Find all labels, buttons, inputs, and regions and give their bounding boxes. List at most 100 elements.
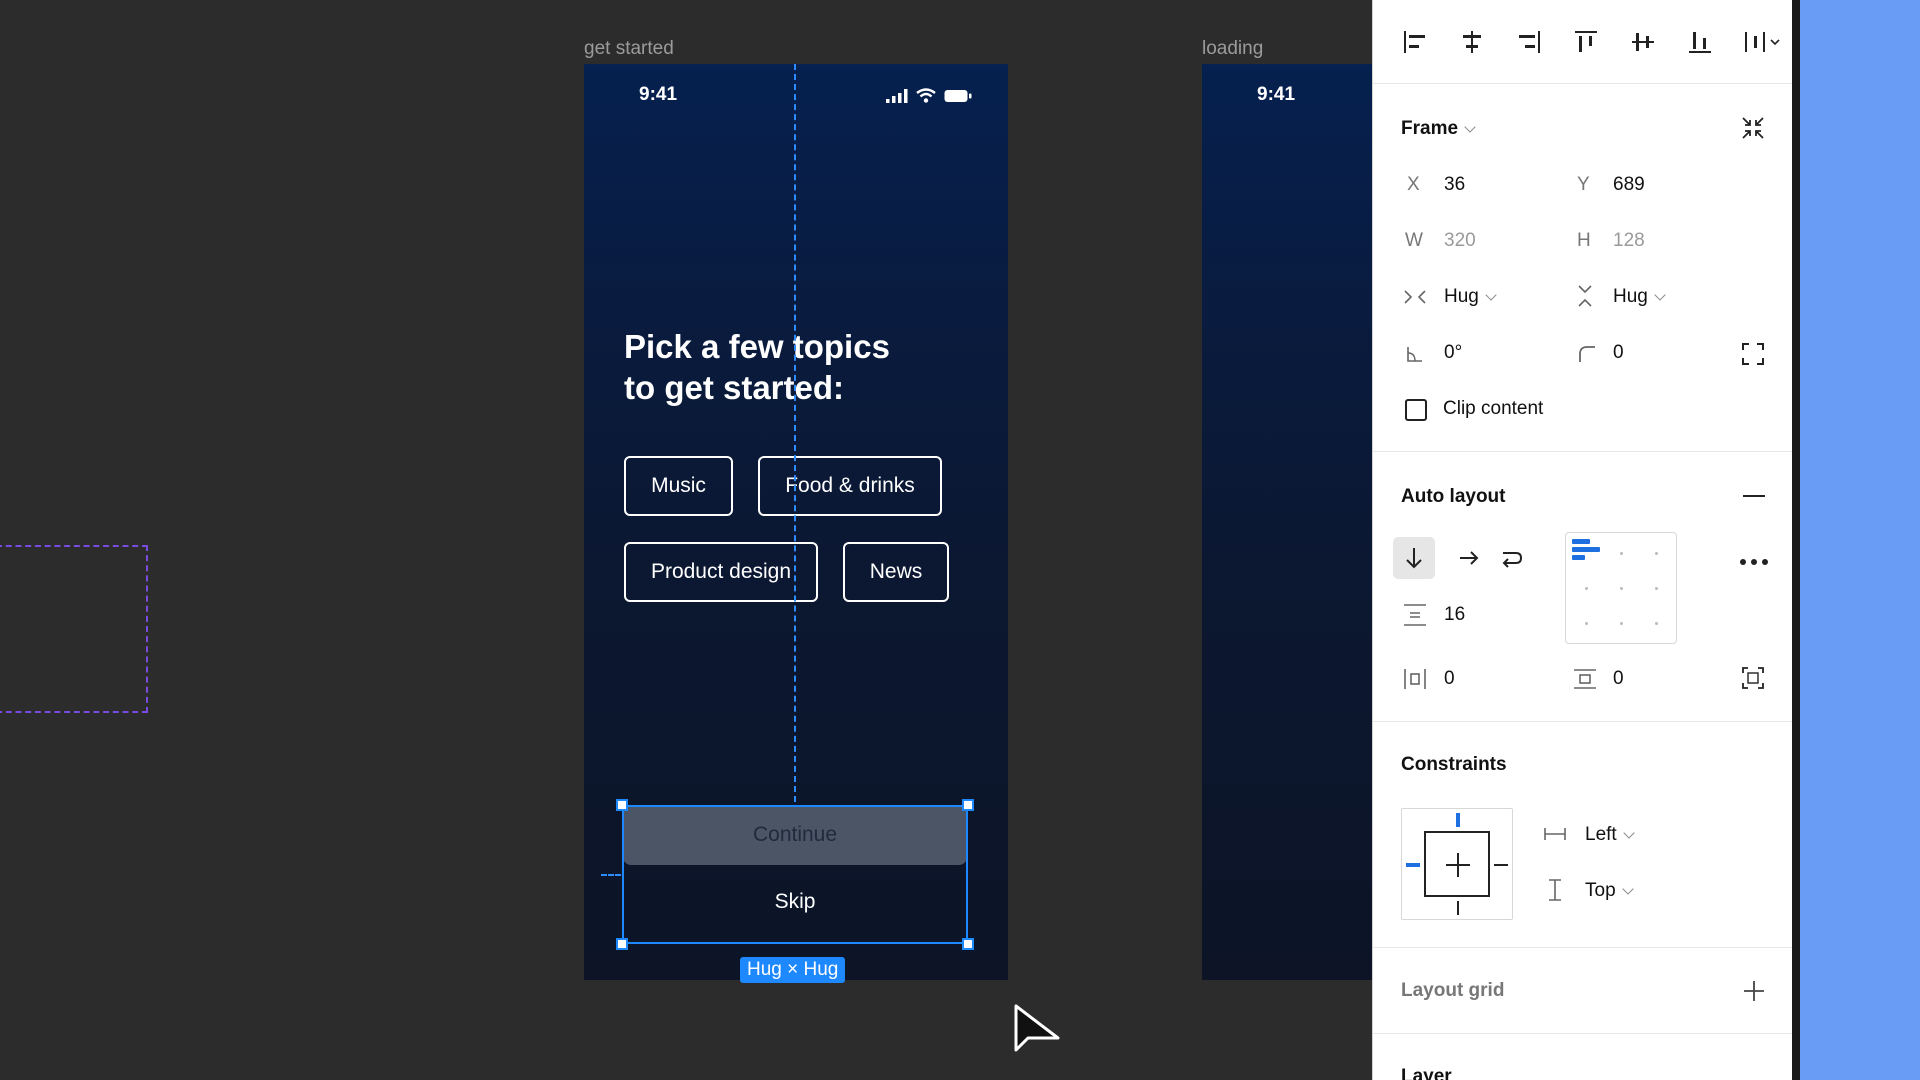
y-input[interactable]: 689 <box>1613 174 1645 196</box>
x-input[interactable]: 36 <box>1444 174 1465 196</box>
vertical-padding-input[interactable]: 0 <box>1613 668 1624 690</box>
constraints-title: Constraints <box>1401 754 1507 775</box>
clip-content-checkbox[interactable] <box>1405 399 1427 421</box>
arrow-right-icon[interactable] <box>1455 544 1483 572</box>
chevron-down-icon <box>1621 883 1634 895</box>
alignment-dot <box>1620 587 1623 590</box>
alignment-dot <box>1655 552 1658 555</box>
alignment-top-left-indicator <box>1572 539 1600 560</box>
align-right-icon[interactable] <box>1515 28 1543 56</box>
horizontal-padding-icon <box>1404 669 1426 689</box>
align-vertical-center-icon[interactable] <box>1629 28 1657 56</box>
align-top-icon[interactable] <box>1572 28 1600 56</box>
frame-label-get-started[interactable]: get started <box>584 38 674 60</box>
chevron-down-icon <box>1623 827 1635 839</box>
signal-icon <box>886 88 908 103</box>
alignment-dot <box>1585 587 1588 590</box>
arrow-down-icon <box>1406 548 1422 569</box>
resize-handle-top-right[interactable] <box>962 799 974 811</box>
horizontal-constraint-dropdown[interactable]: Left <box>1585 824 1635 846</box>
constraints-widget[interactable] <box>1401 808 1513 920</box>
distribute-icon[interactable] <box>1743 28 1783 56</box>
status-time: 9:41 <box>639 84 678 105</box>
chevron-down-icon <box>1485 289 1497 301</box>
chip-food-drinks[interactable]: Food & drinks <box>758 456 942 516</box>
ghost-frame-outline[interactable] <box>0 545 148 713</box>
chip-product-design[interactable]: Product design <box>624 542 818 602</box>
background-side-area <box>1792 0 1920 1080</box>
cursor-icon <box>1014 1004 1060 1052</box>
auto-layout-section: Auto layout 16 0 0 <box>1373 452 1792 722</box>
alignment-dot <box>1620 552 1623 555</box>
resize-handle-bottom-right[interactable] <box>962 938 974 950</box>
resize-handle-bottom-left[interactable] <box>616 938 628 950</box>
headline-line-2: to get started: <box>624 369 845 406</box>
align-bottom-icon[interactable] <box>1686 28 1714 56</box>
remove-auto-layout-icon[interactable] <box>1743 494 1765 498</box>
chevron-down-icon <box>1464 121 1476 133</box>
chip-music[interactable]: Music <box>624 456 733 516</box>
y-label: Y <box>1577 174 1590 195</box>
frame-section-title[interactable]: Frame <box>1401 118 1476 140</box>
layer-section: Layer <box>1373 1034 1792 1080</box>
individual-padding-icon[interactable] <box>1741 666 1765 690</box>
layer-title: Layer <box>1401 1066 1452 1080</box>
corner-radius-icon <box>1579 346 1595 362</box>
spacing-icon <box>1404 604 1426 626</box>
status-icons <box>886 88 972 103</box>
more-options-icon[interactable] <box>1739 558 1769 566</box>
rotation-icon <box>1407 347 1422 362</box>
frame-label-loading[interactable]: loading <box>1202 38 1263 60</box>
w-input[interactable]: 320 <box>1444 230 1476 252</box>
horizontal-constraint-icon <box>1544 828 1566 840</box>
design-canvas[interactable]: get started 9:41 Pick a few topics to ge… <box>0 0 1372 1080</box>
collapse-icon[interactable] <box>1741 116 1765 140</box>
vertical-padding-icon <box>1574 669 1596 689</box>
vertical-constraint-dropdown[interactable]: Top <box>1585 880 1634 902</box>
headline-line-1: Pick a few topics <box>624 328 890 365</box>
constraint-top-active[interactable] <box>1456 813 1460 827</box>
independent-corners-icon[interactable] <box>1741 342 1765 366</box>
wrap-icon[interactable] <box>1497 544 1525 572</box>
alignment-dot <box>1585 622 1588 625</box>
frame-section: Frame X 36 Y 689 W 320 H 128 Hug Hug 0° … <box>1373 84 1792 452</box>
corner-radius-input[interactable]: 0 <box>1613 342 1624 364</box>
frame-loading[interactable]: 9:41 <box>1202 64 1372 980</box>
w-label: W <box>1405 230 1423 251</box>
center-guide-line <box>794 64 796 802</box>
alignment-toolbar <box>1373 0 1792 84</box>
horizontal-resize-icon <box>1404 290 1426 304</box>
spacing-input[interactable]: 16 <box>1444 604 1465 626</box>
selection-box[interactable] <box>622 805 968 944</box>
constraint-left-active[interactable] <box>1406 863 1420 867</box>
vertical-resizing-dropdown[interactable]: Hug <box>1613 286 1666 308</box>
properties-panel: Frame X 36 Y 689 W 320 H 128 Hug Hug 0° … <box>1372 0 1792 1080</box>
battery-icon <box>944 89 972 102</box>
alignment-dot <box>1655 587 1658 590</box>
auto-layout-title: Auto layout <box>1401 486 1506 507</box>
h-label: H <box>1577 230 1591 251</box>
resize-handle-top-left[interactable] <box>616 799 628 811</box>
align-left-icon[interactable] <box>1401 28 1429 56</box>
horizontal-padding-input[interactable]: 0 <box>1444 668 1455 690</box>
constraint-right[interactable] <box>1494 864 1508 866</box>
padding-guide-line <box>601 874 621 876</box>
constraint-bottom[interactable] <box>1457 901 1459 915</box>
h-input[interactable]: 128 <box>1613 230 1645 252</box>
vertical-constraint-icon <box>1549 879 1561 901</box>
headline: Pick a few topics to get started: <box>624 326 890 408</box>
horizontal-resizing-dropdown[interactable]: Hug <box>1444 286 1497 308</box>
constraint-center-v[interactable] <box>1457 853 1459 877</box>
x-label: X <box>1407 174 1420 195</box>
rotation-input[interactable]: 0° <box>1444 342 1462 364</box>
alignment-dot <box>1655 622 1658 625</box>
chip-news[interactable]: News <box>843 542 949 602</box>
align-horizontal-center-icon[interactable] <box>1458 28 1486 56</box>
direction-vertical-button[interactable] <box>1393 537 1435 579</box>
alignment-grid[interactable] <box>1565 532 1677 644</box>
status-time-loading: 9:41 <box>1257 84 1296 105</box>
clip-content-label: Clip content <box>1443 398 1544 419</box>
constraints-section: Constraints Left Top <box>1373 722 1792 948</box>
add-layout-grid-icon[interactable] <box>1743 980 1765 1002</box>
alignment-dot <box>1620 622 1623 625</box>
